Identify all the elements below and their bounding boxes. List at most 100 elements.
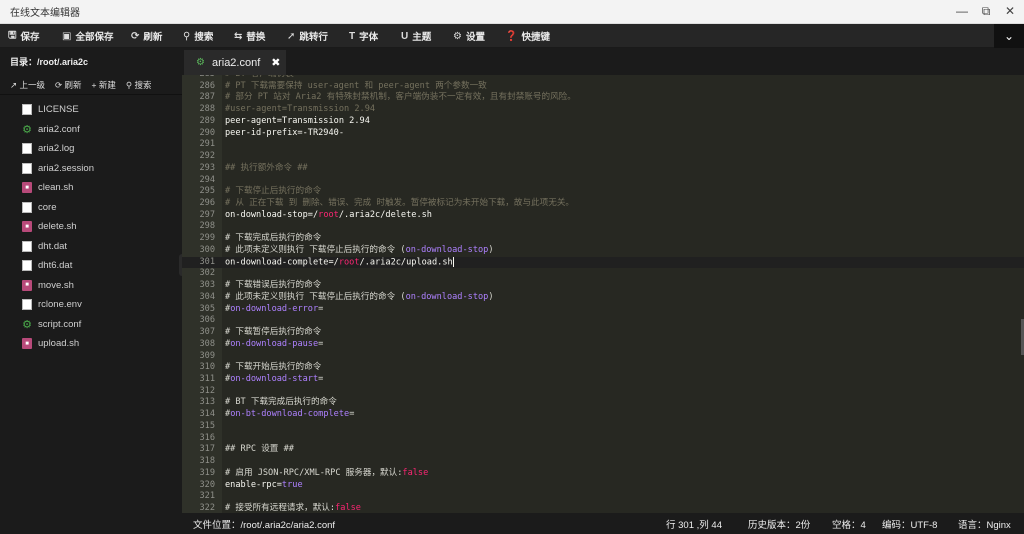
up-level-button[interactable]: ↗ 上一级 xyxy=(10,79,45,91)
file-item[interactable]: ⚙ aria2.conf xyxy=(0,120,182,140)
line-number: 298 xyxy=(199,221,215,232)
code-line[interactable]: 292 xyxy=(182,151,1024,163)
code-text: # 此项未定义则执行 下载停止后执行的命令 (on-download-stop) xyxy=(225,244,494,255)
sidebar-search-button[interactable]: ⚲ 搜索 xyxy=(126,79,152,91)
code-line[interactable]: 305 #on-download-error= xyxy=(182,304,1024,316)
file-item[interactable]: ■ upload.sh xyxy=(0,334,182,354)
encoding-setting[interactable]: 编码：UTF-8 xyxy=(882,513,937,534)
cursor-position[interactable]: 行 301 ,列 44 xyxy=(666,513,722,534)
code-line[interactable]: 298 xyxy=(182,221,1024,233)
code-line[interactable]: 314 #on-bt-download-complete= xyxy=(182,409,1024,421)
indent-setting[interactable]: 空格：4 xyxy=(832,513,866,534)
replace-icon: ⇆ xyxy=(234,30,243,42)
code-line[interactable]: 313 # BT 下载完成后执行的命令 xyxy=(182,397,1024,409)
code-text: on-download-stop=/root/.aria2c/delete.sh xyxy=(225,209,432,220)
file-item[interactable]: aria2.session xyxy=(0,159,182,179)
code-line[interactable]: 293 ## 执行额外命令 ## xyxy=(182,163,1024,175)
goto-line-button[interactable]: ➚ 跳转行 xyxy=(287,24,328,48)
sidebar-refresh-button[interactable]: ⟳ 刷新 xyxy=(55,79,82,91)
code-line[interactable]: 306 xyxy=(182,315,1024,327)
file-item[interactable]: LICENSE xyxy=(0,100,182,120)
code-text: #on-download-pause= xyxy=(225,338,324,349)
theme-button[interactable]: U 主题 xyxy=(401,24,431,48)
code-line[interactable]: 299 # 下载完成后执行的命令 xyxy=(182,233,1024,245)
file-item[interactable]: dht6.dat xyxy=(0,256,182,276)
language-setting[interactable]: 语言：Nginx xyxy=(958,513,1011,534)
search-button[interactable]: ⚲ 搜索 xyxy=(183,24,213,48)
code-line[interactable]: 312 xyxy=(182,386,1024,398)
document-icon xyxy=(22,104,32,116)
code-line[interactable]: 319 # 启用 JSON-RPC/XML-RPC 服务器，默认:false xyxy=(182,468,1024,480)
file-item[interactable]: ■ delete.sh xyxy=(0,217,182,237)
line-number: 297 xyxy=(199,209,215,220)
code-line[interactable]: 290 peer-id-prefix=-TR2940- xyxy=(182,128,1024,140)
maximize-button[interactable]: ⧉ xyxy=(980,3,992,19)
code-line[interactable]: 287 # 部分 PT 站对 Aria2 有特殊封禁机制，客户端伪装不一定有效，且… xyxy=(182,92,1024,104)
file-name: delete.sh xyxy=(38,221,77,233)
font-button[interactable]: T 字体 xyxy=(349,24,378,48)
refresh-icon: ⟳ xyxy=(55,79,63,90)
shortcuts-button[interactable]: ❓ 快捷键 xyxy=(505,24,550,48)
code-line[interactable]: 316 xyxy=(182,433,1024,445)
code-line[interactable]: 286 # PT 下载需要保持 user-agent 和 peer-agent 两… xyxy=(182,81,1024,93)
refresh-button[interactable]: ⟳ 刷新 xyxy=(131,24,162,48)
code-editor[interactable]: 285# BT 客户端伪装286# PT 下载需要保持 user-agent 和… xyxy=(182,75,1024,513)
line-number: 302 xyxy=(199,268,215,279)
toolbar: 🖫 保存 ▣ 全部保存 ⟳ 刷新 ⚲ 搜索 ⇆ 替换 ➚ 跳转行 T 字体 U 主题 ⚙ 设置 ❓… xyxy=(0,24,1024,48)
chevron-down-icon[interactable]: ⌄ xyxy=(994,24,1024,48)
file-item[interactable]: dht.dat xyxy=(0,237,182,257)
close-window-button[interactable]: ✕ xyxy=(1004,3,1016,19)
code-line[interactable]: 317 ## RPC 设置 ## xyxy=(182,444,1024,456)
document-icon xyxy=(22,201,32,213)
code-line[interactable]: 295 # 下载停止后执行的命令 xyxy=(182,186,1024,198)
file-item[interactable]: rclone.env xyxy=(0,295,182,315)
code-line[interactable]: 308 #on-download-pause= xyxy=(182,339,1024,351)
minimize-button[interactable]: — xyxy=(956,3,968,19)
file-name: core xyxy=(38,201,57,213)
line-number: 304 xyxy=(199,291,215,302)
code-line[interactable]: 291 xyxy=(182,139,1024,151)
code-line[interactable]: 303 # 下载错误后执行的命令 xyxy=(182,280,1024,292)
code-line[interactable]: 304 # 此项未定义则执行 下载停止后执行的命令 (on-download-st… xyxy=(182,292,1024,304)
line-number: 286 xyxy=(199,80,215,91)
code-line[interactable]: 300 # 此项未定义则执行 下载停止后执行的命令 (on-download-st… xyxy=(182,245,1024,257)
history-versions[interactable]: 历史版本：2份 xyxy=(748,513,810,534)
save-all-button[interactable]: ▣ 全部保存 xyxy=(62,24,113,48)
file-item[interactable]: ■ move.sh xyxy=(0,276,182,296)
theme-label: 主题 xyxy=(412,32,432,43)
file-item[interactable]: ⚙ script.conf xyxy=(0,315,182,335)
code-line[interactable]: 311 #on-download-start= xyxy=(182,374,1024,386)
tab-aria2-conf[interactable]: ⚙ aria2.conf ✖ xyxy=(184,50,286,75)
code-line[interactable]: 302 xyxy=(182,268,1024,280)
line-number: 295 xyxy=(199,186,215,197)
code-line[interactable]: 320 enable-rpc=true xyxy=(182,480,1024,492)
config-gear-icon: ⚙ xyxy=(22,123,32,136)
file-item[interactable]: core xyxy=(0,198,182,218)
code-line[interactable]: 294 xyxy=(182,175,1024,187)
code-text: # 下载开始后执行的命令 xyxy=(225,362,322,373)
code-line[interactable]: 301 on-download-complete=/root/.aria2c/up… xyxy=(182,256,1024,269)
code-line[interactable]: 307 # 下载暂停后执行的命令 xyxy=(182,327,1024,339)
code-line[interactable]: 309 xyxy=(182,351,1024,363)
up-icon: ↗ xyxy=(10,79,18,90)
new-file-button[interactable]: + 新建 xyxy=(92,79,116,91)
save-button[interactable]: 🖫 保存 xyxy=(8,24,40,48)
replace-button[interactable]: ⇆ 替换 xyxy=(234,24,265,48)
file-name: aria2.session xyxy=(38,162,94,174)
close-tab-button[interactable]: ✖ xyxy=(271,56,280,69)
code-line[interactable]: 310 # 下载开始后执行的命令 xyxy=(182,362,1024,374)
file-name: aria2.conf xyxy=(38,123,80,135)
settings-button[interactable]: ⚙ 设置 xyxy=(453,24,485,48)
code-line[interactable]: 322 # 接受所有远程请求，默认:false xyxy=(182,503,1024,513)
code-line[interactable]: 315 xyxy=(182,421,1024,433)
code-line[interactable]: 289 peer-agent=Transmission 2.94 xyxy=(182,116,1024,128)
code-line[interactable]: 321 xyxy=(182,491,1024,503)
code-line[interactable]: 297 on-download-stop=/root/.aria2c/delete… xyxy=(182,210,1024,222)
refresh-label: 刷新 xyxy=(143,32,163,43)
file-item[interactable]: ■ clean.sh xyxy=(0,178,182,198)
code-line[interactable]: 288 #user-agent=Transmission 2.94 xyxy=(182,104,1024,116)
code-line[interactable]: 296 # 从 正在下载 到 删除、错误、完成 时触发。暂停被标记为未开始下载，故… xyxy=(182,198,1024,210)
file-item[interactable]: aria2.log xyxy=(0,139,182,159)
code-line[interactable]: 318 xyxy=(182,456,1024,468)
file-name: dht.dat xyxy=(38,240,68,252)
